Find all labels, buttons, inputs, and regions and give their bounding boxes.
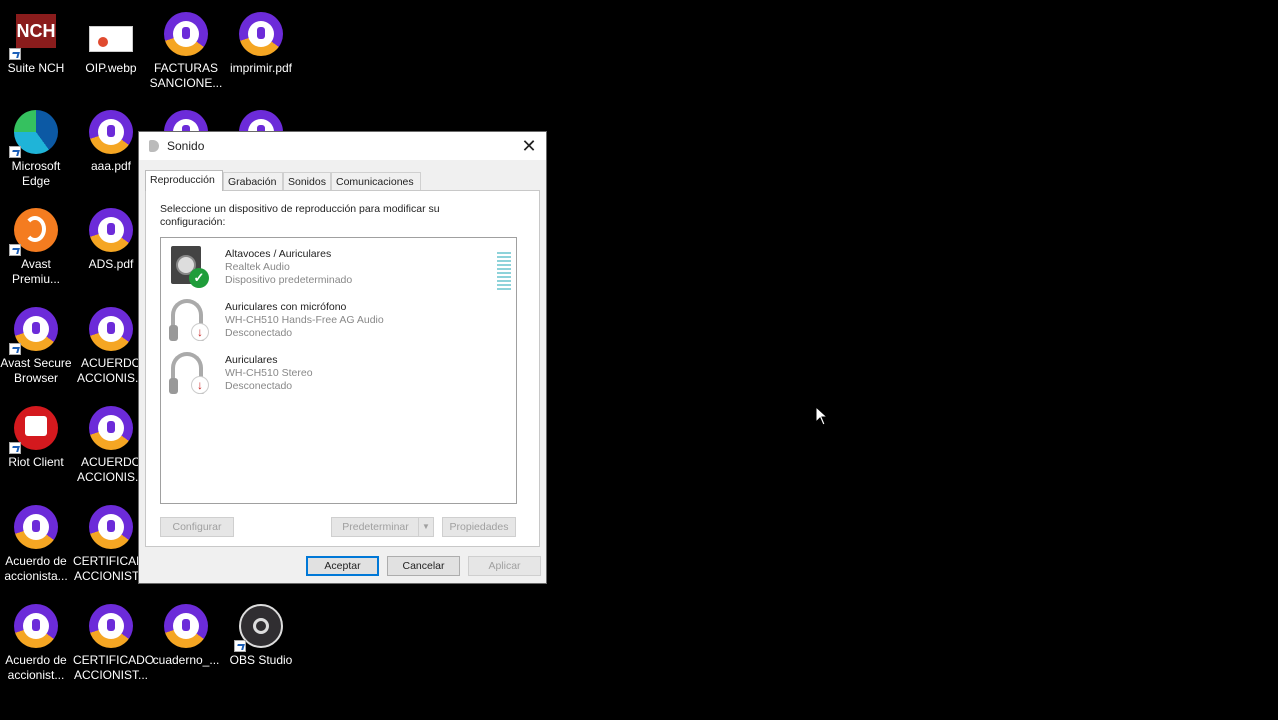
desktop-icon-edge[interactable]: Microsoft Edge (0, 108, 74, 189)
shortcut-arrow-icon (9, 442, 21, 454)
predeterminar-label: Predeterminar (342, 521, 409, 533)
desktop-icon-acuerdo-accionista[interactable]: Acuerdo de accionista... (0, 503, 74, 584)
device-name: Altavoces / Auriculares (225, 248, 332, 260)
avast-pdf-icon (87, 602, 135, 650)
device-status: Desconectado (225, 327, 293, 339)
desktop-icon-label: Acuerdo de accionista... (4, 554, 68, 583)
shortcut-arrow-icon (9, 244, 21, 256)
device-status: Dispositivo predeterminado (225, 274, 353, 286)
shortcut-arrow-icon (234, 640, 246, 652)
playback-panel: Seleccione un dispositivo de reproducció… (145, 190, 540, 547)
chevron-down-icon[interactable]: ▼ (418, 518, 433, 536)
desktop-icon-label: Microsoft Edge (11, 159, 61, 188)
speaker-icon: ✓ (167, 244, 213, 290)
level-meter (497, 252, 511, 292)
avast-pdf-icon (87, 108, 135, 156)
desktop-icon-cuaderno[interactable]: cuaderno_... (148, 602, 224, 668)
cancelar-button[interactable]: Cancelar (387, 556, 460, 576)
headset-icon: ↓ (167, 297, 213, 343)
avast-pdf-icon (12, 602, 60, 650)
desktop-icon-label: cuaderno_... (152, 653, 220, 667)
device-item-speakers[interactable]: ✓ Altavoces / Auriculares Realtek Audio … (167, 244, 511, 294)
desktop-icon-label: OBS Studio (229, 653, 293, 667)
avast-premium-icon (9, 206, 60, 256)
avast-pdf-icon (87, 305, 135, 353)
avast-pdf-icon (162, 602, 210, 650)
speaker-icon (149, 140, 159, 152)
aplicar-button[interactable]: Aplicar (468, 556, 541, 576)
desktop-icon-label: FACTURAS SANCIONE... (149, 61, 223, 90)
device-driver: Realtek Audio (225, 261, 290, 273)
avast-browser-icon (9, 305, 60, 355)
mouse-cursor-icon (815, 406, 829, 426)
desktop-icon-certificado-2[interactable]: CERTIFICADO ACCIONIST... (73, 602, 155, 683)
device-name: Auriculares con micrófono (225, 301, 347, 313)
desktop-icon-acuerdo-accionist[interactable]: Acuerdo de accionist... (0, 602, 74, 683)
desktop-icon-oip-webp[interactable]: OIP.webp (73, 10, 149, 76)
nch-icon: NCH (9, 10, 60, 60)
headphones-icon: ↓ (167, 350, 213, 396)
desktop-icon-riot-client[interactable]: Riot Client (0, 404, 74, 470)
device-driver: WH-CH510 Hands-Free AG Audio (225, 314, 384, 326)
avast-pdf-icon (237, 10, 285, 58)
disconnected-icon: ↓ (191, 323, 209, 341)
desktop-icon-label: Avast Secure Browser (0, 356, 72, 385)
desktop-icon-label: CERTIFICADO ACCIONIST... (73, 653, 155, 682)
shortcut-arrow-icon (9, 48, 21, 60)
avast-pdf-icon (12, 503, 60, 551)
propiedades-button[interactable]: Propiedades (442, 517, 516, 537)
sound-dialog: Sonido ✕ Reproducción Grabación Sonidos … (138, 131, 547, 584)
close-icon[interactable]: ✕ (518, 136, 540, 156)
desktop-icon-label: Riot Client (8, 455, 64, 469)
desktop-icon-suite-nch[interactable]: NCH Suite NCH (0, 10, 74, 76)
tab-grabacion[interactable]: Grabación (223, 172, 283, 190)
aceptar-button[interactable]: Aceptar (306, 556, 379, 576)
dialog-title: Sonido (167, 139, 205, 153)
device-item-headphones[interactable]: ↓ Auriculares WH-CH510 Stereo Desconecta… (167, 350, 507, 400)
shortcut-arrow-icon (9, 343, 21, 355)
tab-comunicaciones[interactable]: Comunicaciones (331, 172, 421, 190)
tab-sonidos[interactable]: Sonidos (283, 172, 331, 190)
device-status: Desconectado (225, 380, 293, 392)
dialog-titlebar[interactable]: Sonido ✕ (139, 132, 546, 160)
desktop-icon-label: Suite NCH (7, 61, 65, 75)
avast-pdf-icon (87, 503, 135, 551)
disconnected-icon: ↓ (191, 376, 209, 394)
avast-pdf-icon (87, 404, 135, 452)
tab-reproduccion[interactable]: Reproducción (145, 170, 223, 191)
riot-icon (9, 404, 60, 454)
avast-pdf-icon (162, 10, 210, 58)
desktop-icon-label: Avast Premiu... (11, 257, 60, 286)
desktop-icon-imprimir[interactable]: imprimir.pdf (223, 10, 299, 76)
desktop-icon-label: Acuerdo de accionist... (5, 653, 67, 682)
webp-file-icon (87, 10, 135, 58)
check-icon: ✓ (189, 268, 209, 288)
device-item-headset[interactable]: ↓ Auriculares con micrófono WH-CH510 Han… (167, 297, 507, 347)
edge-icon (9, 108, 60, 158)
desktop-icon-label: OIP.webp (85, 61, 137, 75)
avast-pdf-icon (87, 206, 135, 254)
desktop-icon-avast-secure-browser[interactable]: Avast Secure Browser (0, 305, 74, 386)
desktop-icon-facturas[interactable]: FACTURAS SANCIONE... (148, 10, 224, 91)
configurar-button[interactable]: Configurar (160, 517, 234, 537)
predeterminar-button[interactable]: Predeterminar ▼ (331, 517, 434, 537)
desktop-icon-label: imprimir.pdf (229, 61, 292, 75)
device-name: Auriculares (225, 354, 278, 366)
desktop-icon-obs-studio[interactable]: OBS Studio (223, 602, 299, 668)
device-driver: WH-CH510 Stereo (225, 367, 313, 379)
desktop-icon-avast-premium[interactable]: Avast Premiu... (0, 206, 74, 287)
obs-icon (234, 602, 285, 652)
device-list[interactable]: ✓ Altavoces / Auriculares Realtek Audio … (160, 237, 517, 504)
shortcut-arrow-icon (9, 146, 21, 158)
instruction-text: Seleccione un dispositivo de reproducció… (160, 203, 440, 228)
